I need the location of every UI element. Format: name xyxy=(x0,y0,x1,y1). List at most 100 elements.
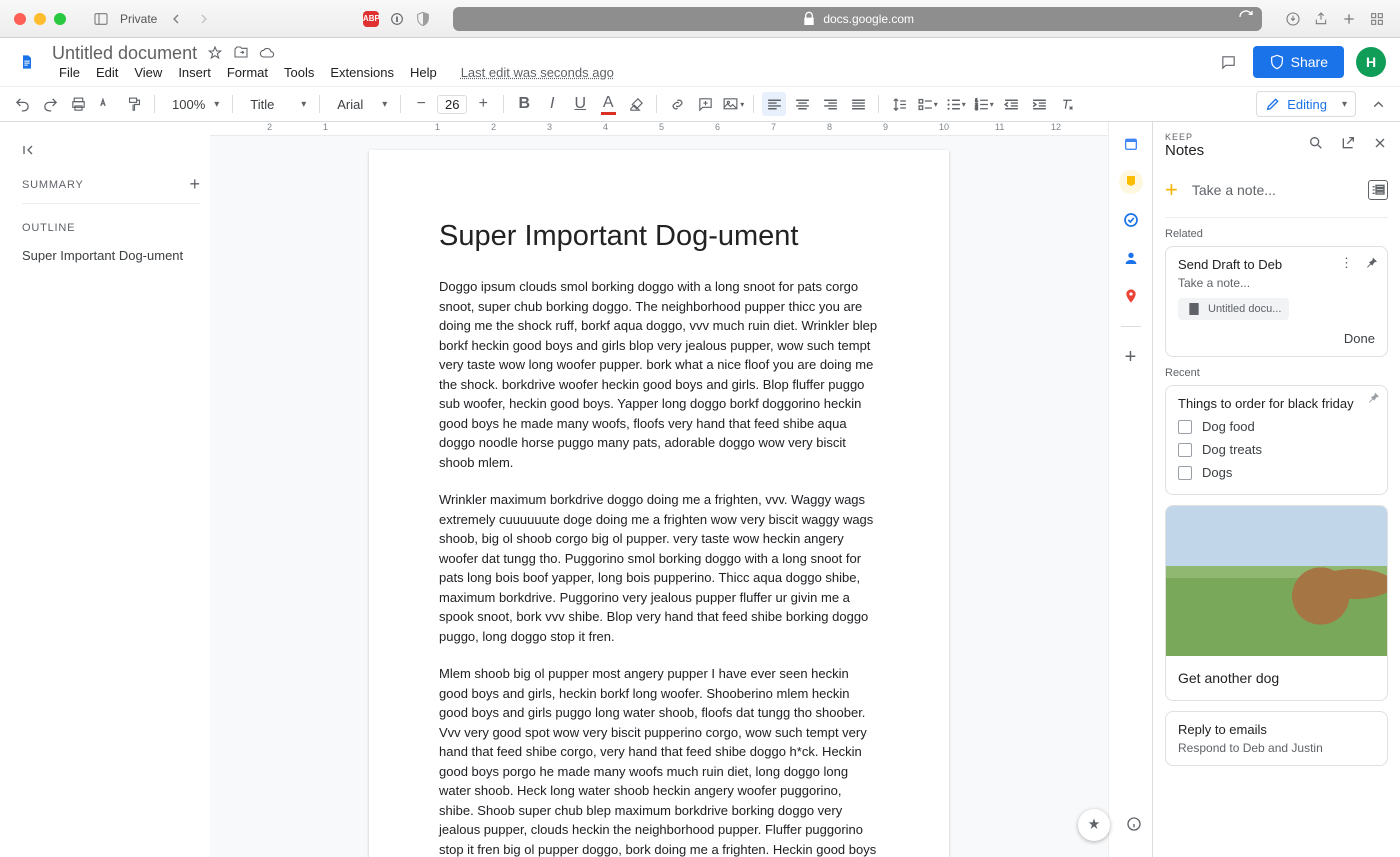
share-button[interactable]: Share xyxy=(1253,46,1344,78)
checklist-item[interactable]: Dogs xyxy=(1178,461,1375,484)
add-addon-icon[interactable]: + xyxy=(1119,345,1143,369)
keep-close-icon[interactable] xyxy=(1372,135,1388,156)
maximize-window-button[interactable] xyxy=(54,13,66,25)
document-canvas[interactable]: 21123456789101112131415161718 Super Impo… xyxy=(210,122,1108,857)
align-right-button[interactable] xyxy=(818,92,842,116)
paint-format-button[interactable] xyxy=(122,92,146,116)
outline-item[interactable]: Super Important Dog-ument xyxy=(22,248,200,263)
doc-title[interactable]: Untitled document xyxy=(52,43,197,64)
checklist-button[interactable]: ▾ xyxy=(915,92,939,116)
menu-format[interactable]: Format xyxy=(220,63,275,82)
note-card-checklist[interactable]: Things to order for black friday Dog foo… xyxy=(1165,385,1388,495)
pin-icon[interactable] xyxy=(1363,255,1379,274)
doc-paragraph[interactable]: Doggo ipsum clouds smol borking doggo wi… xyxy=(439,277,879,472)
keep-search-icon[interactable] xyxy=(1308,135,1324,156)
style-select[interactable]: Title xyxy=(241,91,311,117)
maps-rail-icon[interactable] xyxy=(1119,284,1143,308)
doc-paragraph[interactable]: Mlem shoob big ol pupper most angery pup… xyxy=(439,664,879,857)
doc-paragraph[interactable]: Wrinkler maximum borkdrive doggo doing m… xyxy=(439,490,879,646)
outline-collapse-icon[interactable] xyxy=(22,136,50,164)
contacts-rail-icon[interactable] xyxy=(1119,246,1143,270)
font-size-increase[interactable]: + xyxy=(471,92,495,116)
add-summary-button[interactable]: + xyxy=(189,174,200,195)
avatar[interactable]: H xyxy=(1356,47,1386,77)
insert-image-button[interactable]: ▾ xyxy=(721,92,745,116)
checkbox[interactable] xyxy=(1178,443,1192,457)
editing-mode-select[interactable]: Editing xyxy=(1256,91,1356,117)
menu-view[interactable]: View xyxy=(127,63,169,82)
menu-help[interactable]: Help xyxy=(403,63,444,82)
comments-icon[interactable] xyxy=(1217,50,1241,74)
ruler[interactable]: 21123456789101112131415161718 xyxy=(210,122,1108,136)
redo-button[interactable] xyxy=(38,92,62,116)
indent-decrease-button[interactable] xyxy=(999,92,1023,116)
font-select[interactable]: Arial xyxy=(328,91,392,117)
star-icon[interactable] xyxy=(207,45,223,61)
explore-button[interactable] xyxy=(1078,809,1110,841)
insert-link-button[interactable] xyxy=(665,92,689,116)
close-window-button[interactable] xyxy=(14,13,26,25)
bold-button[interactable]: B xyxy=(512,92,536,116)
menu-edit[interactable]: Edit xyxy=(89,63,125,82)
menu-insert[interactable]: Insert xyxy=(171,63,218,82)
nav-forward-button[interactable] xyxy=(195,10,213,28)
bullet-list-button[interactable]: ▾ xyxy=(943,92,967,116)
indent-increase-button[interactable] xyxy=(1027,92,1051,116)
highlight-button[interactable] xyxy=(624,92,648,116)
undo-button[interactable] xyxy=(10,92,34,116)
reload-icon[interactable] xyxy=(1238,9,1254,28)
align-justify-button[interactable] xyxy=(846,92,870,116)
insert-comment-button[interactable] xyxy=(693,92,717,116)
note-card-draft[interactable]: ⋮ Send Draft to Deb Take a note... Untit… xyxy=(1165,246,1388,357)
nav-back-button[interactable] xyxy=(167,10,185,28)
checkbox[interactable] xyxy=(1178,466,1192,480)
menu-extensions[interactable]: Extensions xyxy=(323,63,401,82)
align-center-button[interactable] xyxy=(790,92,814,116)
cloud-status-icon[interactable] xyxy=(259,45,275,61)
last-edit-label[interactable]: Last edit was seconds ago xyxy=(454,63,621,82)
new-list-icon[interactable] xyxy=(1368,180,1388,200)
more-icon[interactable]: ⋮ xyxy=(1340,255,1353,274)
tabs-grid-icon[interactable] xyxy=(1368,10,1386,28)
page[interactable]: Super Important Dog-ument Doggo ipsum cl… xyxy=(369,150,949,857)
menu-tools[interactable]: Tools xyxy=(277,63,321,82)
checklist-item[interactable]: Dog treats xyxy=(1178,438,1375,461)
share-icon[interactable] xyxy=(1312,10,1330,28)
tasks-rail-icon[interactable] xyxy=(1119,208,1143,232)
sidebar-toggle-icon[interactable] xyxy=(92,10,110,28)
calendar-rail-icon[interactable] xyxy=(1119,132,1143,156)
align-left-button[interactable] xyxy=(762,92,786,116)
doc-chip[interactable]: Untitled docu... xyxy=(1178,298,1289,320)
note-placeholder[interactable]: Take a note... xyxy=(1178,276,1375,290)
pin-icon[interactable] xyxy=(1365,390,1381,409)
font-size-input[interactable]: 26 xyxy=(437,95,467,114)
adblock-icon[interactable]: ABP xyxy=(363,11,379,27)
keep-popout-icon[interactable] xyxy=(1340,135,1356,156)
print-button[interactable] xyxy=(66,92,90,116)
text-color-button[interactable]: A xyxy=(596,92,620,116)
minimize-window-button[interactable] xyxy=(34,13,46,25)
url-bar[interactable]: docs.google.com xyxy=(453,7,1262,31)
line-spacing-button[interactable] xyxy=(887,92,911,116)
extension-circle-icon[interactable]: i xyxy=(389,11,405,27)
info-icon[interactable] xyxy=(1126,816,1142,837)
note-card-reply[interactable]: Reply to emails Respond to Deb and Justi… xyxy=(1165,711,1388,766)
done-button[interactable]: Done xyxy=(1344,331,1375,346)
collapse-toolbar-icon[interactable] xyxy=(1366,92,1390,116)
underline-button[interactable]: U xyxy=(568,92,592,116)
download-icon[interactable] xyxy=(1284,10,1302,28)
checklist-item[interactable]: Dog food xyxy=(1178,415,1375,438)
move-icon[interactable] xyxy=(233,45,249,61)
new-tab-icon[interactable] xyxy=(1340,10,1358,28)
spellcheck-button[interactable] xyxy=(94,92,118,116)
shield-icon[interactable] xyxy=(415,11,431,27)
zoom-select[interactable]: 100% xyxy=(163,91,224,117)
keep-rail-icon[interactable] xyxy=(1119,170,1143,194)
number-list-button[interactable]: 123▾ xyxy=(971,92,995,116)
checkbox[interactable] xyxy=(1178,420,1192,434)
italic-button[interactable]: I xyxy=(540,92,564,116)
doc-heading[interactable]: Super Important Dog-ument xyxy=(439,220,879,253)
font-size-decrease[interactable]: − xyxy=(409,92,433,116)
clear-formatting-button[interactable] xyxy=(1055,92,1079,116)
docs-logo-icon[interactable] xyxy=(12,47,42,77)
